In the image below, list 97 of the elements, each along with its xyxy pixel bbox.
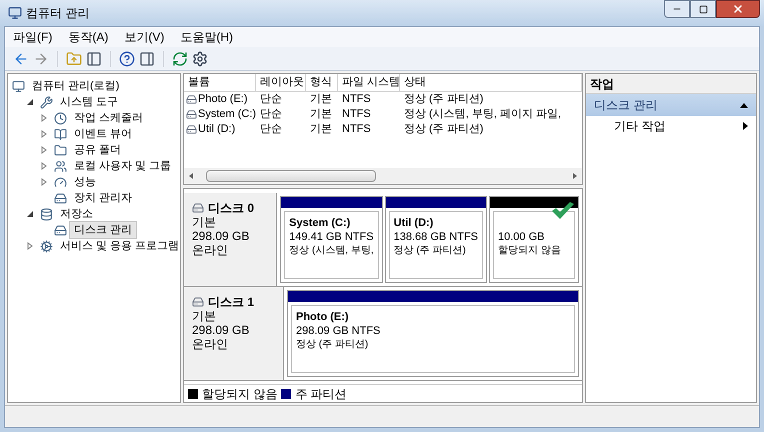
tree-node-icon	[54, 192, 67, 204]
drive-icon	[186, 124, 197, 135]
panel-icon[interactable]	[86, 50, 102, 66]
tree-item[interactable]: 이벤트 뷰어	[69, 124, 138, 144]
back-icon[interactable]	[13, 50, 29, 66]
section-title: 디스크 관리	[594, 97, 658, 114]
partition-name: System (C:)	[289, 216, 352, 230]
forward-icon[interactable]	[33, 50, 49, 66]
table-cell-text: Photo (E:)	[198, 92, 248, 108]
tree-node-icon	[54, 176, 67, 188]
table-cell: NTFS	[342, 93, 371, 106]
collapse-caret-icon[interactable]	[740, 102, 748, 108]
horizontal-scrollbar[interactable]	[184, 168, 582, 184]
column-header[interactable]: 파일 시스템	[338, 74, 400, 91]
column-header[interactable]: 볼륨	[184, 74, 256, 91]
table-cell: 정상 (주 파티션)	[404, 93, 484, 106]
scroll-thumb[interactable]	[206, 170, 376, 182]
partition-status: 정상 (시스템, 부팅,	[289, 244, 374, 258]
table-cell-text: Util (D:)	[198, 122, 236, 138]
table-cell: 단순	[260, 123, 282, 136]
partition-status: 할당되지 않음	[498, 244, 562, 258]
actions-header: 작업	[586, 74, 756, 94]
table-cell: 정상 (주 파티션)	[404, 123, 484, 136]
partition[interactable]: Util (D:) 138.68 GB NTFS 정상 (주 파티션)	[384, 196, 487, 283]
disk-type: 기본	[192, 309, 217, 323]
table-cell: NTFS	[342, 108, 371, 120]
partition-status: 정상 (주 파티션)	[394, 244, 467, 258]
partition-detail: 298.09 GB NTFS	[296, 324, 382, 338]
disk-name: 디스크 0	[208, 201, 254, 215]
disk-size: 298.09 GB	[192, 229, 250, 243]
menu-item[interactable]: 동작(A)	[68, 28, 108, 46]
partition[interactable]: 10.00 GB 할당되지 않음	[489, 196, 579, 283]
close-icon	[732, 3, 744, 15]
table-cell: NTFS	[342, 123, 371, 136]
disk-type: 기본	[192, 215, 217, 229]
table-cell: 기본	[310, 93, 332, 106]
drive-icon	[186, 109, 197, 120]
partition-name: Util (D:)	[394, 216, 434, 230]
tree-node-icon	[40, 96, 53, 108]
submenu-arrow-icon	[743, 122, 748, 130]
tree-item[interactable]: 로컬 사용자 및 그룹	[69, 156, 176, 176]
partition-name: Photo (E:)	[296, 310, 350, 324]
menu-item[interactable]: 보기(V)	[124, 28, 164, 46]
tree-item[interactable]: 저장소	[55, 204, 98, 224]
partition-detail: 10.00 GB	[498, 230, 546, 244]
tree-item[interactable]: 작업 스케줄러	[69, 108, 148, 128]
scroll-right-icon[interactable]	[572, 172, 578, 180]
window-title: 컴퓨터 관리	[26, 5, 90, 22]
help-icon[interactable]	[119, 50, 135, 66]
maximize-button[interactable]	[690, 0, 716, 18]
tree-node-icon	[54, 128, 67, 140]
disk-size: 298.09 GB	[192, 323, 250, 337]
computer-icon	[8, 6, 22, 20]
tree-node-icon	[40, 240, 53, 252]
partition-status: 정상 (주 파티션)	[296, 338, 370, 352]
column-header[interactable]: 형식	[306, 74, 338, 91]
table-cell: 기본	[310, 108, 332, 120]
partition[interactable]: Photo (E:) 298.09 GB NTFS 정상 (주 파티션)	[287, 290, 579, 377]
tree-node-icon	[54, 160, 67, 172]
tree-item[interactable]: 공유 폴더	[69, 140, 126, 160]
table-cell-text: System (C:)	[198, 107, 256, 122]
action-item[interactable]: 기타 작업	[586, 116, 756, 136]
tree-item[interactable]: 장치 관리자	[69, 188, 138, 208]
tree-item[interactable]: 서비스 및 응용 프로그램	[55, 236, 184, 256]
settings-icon[interactable]	[192, 50, 208, 66]
partition-detail: 149.41 GB NTFS	[289, 230, 374, 244]
scroll-left-icon[interactable]	[188, 172, 194, 180]
refresh-icon[interactable]	[172, 50, 188, 66]
legend-label: 할당되지 않음	[202, 386, 278, 402]
column-header[interactable]: 상태	[400, 74, 582, 91]
table-cell: 정상 (시스템, 부팅, 페이지 파일,	[404, 108, 562, 120]
tree-node-icon	[54, 144, 67, 156]
tree-node-icon	[12, 80, 25, 92]
tree-item[interactable]: 성능	[69, 172, 101, 192]
table-cell: 기본	[310, 123, 332, 136]
tree-node-icon	[54, 224, 67, 236]
drive-icon	[186, 94, 197, 105]
tree-node-icon	[40, 208, 53, 220]
table-cell: 단순	[260, 108, 282, 120]
action-section[interactable]: 디스크 관리	[586, 94, 756, 116]
disk-name: 디스크 1	[208, 295, 254, 309]
maximize-icon	[698, 4, 708, 14]
tree-item[interactable]: 시스템 도구	[55, 92, 124, 112]
partition-detail: 138.68 GB NTFS	[394, 230, 478, 244]
column-header[interactable]: 레이아웃	[256, 74, 306, 91]
tree-item[interactable]: 디스크 관리	[69, 220, 138, 240]
panel-icon[interactable]	[139, 50, 155, 66]
tree-item[interactable]: 컴퓨터 관리(로컬)	[27, 76, 124, 96]
table-cell: 단순	[260, 93, 282, 106]
menu-item[interactable]: 도움말(H)	[180, 28, 233, 46]
legend-label: 주 파티션	[295, 386, 347, 402]
menu-item[interactable]: 파일(F)	[13, 28, 52, 46]
tree-node-icon	[54, 112, 67, 124]
disk-status: 온라인	[192, 337, 229, 351]
partition[interactable]: System (C:) 149.41 GB NTFS 정상 (시스템, 부팅,	[280, 196, 383, 283]
disk-status: 온라인	[192, 243, 229, 257]
close-button[interactable]	[716, 0, 760, 18]
